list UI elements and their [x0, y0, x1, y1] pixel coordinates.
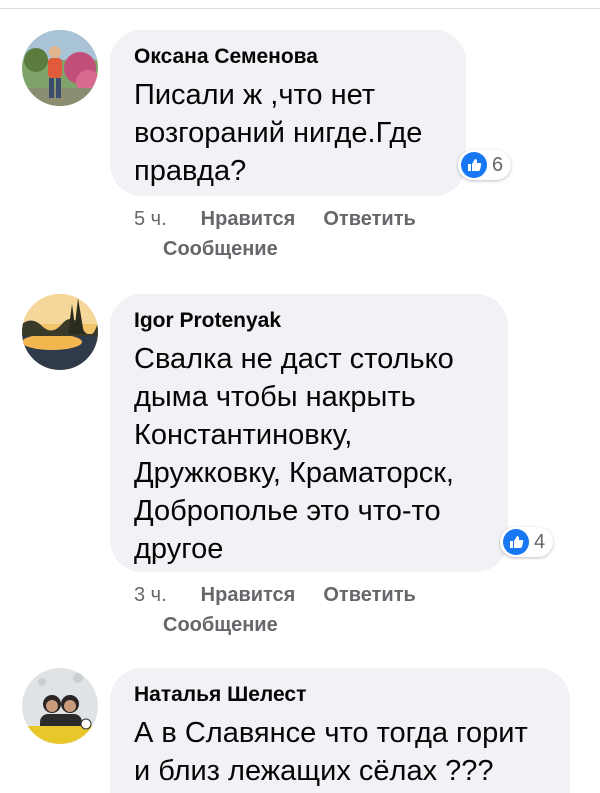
comment-timestamp[interactable]: 5 ч. — [134, 208, 167, 230]
comment-text: Свалка не даст столько дыма чтобы накрыт… — [134, 343, 454, 565]
reaction-summary[interactable]: 6 — [458, 150, 512, 180]
comment-text: Писали ж ,что нет возгораний нигде.Где п… — [134, 79, 423, 187]
comment-text: А в Славянсе что тогда горит и близ лежа… — [134, 717, 528, 787]
reaction-summary[interactable]: 4 — [500, 527, 554, 557]
message-button[interactable]: Сообщение — [134, 234, 474, 264]
message-button[interactable]: Сообщение — [134, 610, 474, 640]
comment-author[interactable]: Igor Protenyak — [134, 308, 484, 334]
thumbs-up-icon — [461, 152, 487, 178]
comments-page: Оксана Семенова Писали ж ,что нет возгор… — [0, 0, 600, 793]
comment-bubble: Оксана Семенова Писали ж ,что нет возгор… — [110, 30, 466, 196]
reply-button[interactable]: Ответить — [323, 584, 415, 606]
comment-timestamp[interactable]: 3 ч. — [134, 584, 167, 606]
thumbs-up-icon — [503, 529, 529, 555]
avatar[interactable] — [22, 294, 98, 370]
divider — [0, 8, 600, 9]
comment-bubble: Наталья Шелест А в Славянсе что тогда го… — [110, 668, 570, 793]
comment-actions: 3 ч. Нравится Ответить Сообщение — [134, 580, 474, 640]
comment-author[interactable]: Оксана Семенова — [134, 44, 442, 70]
like-button[interactable]: Нравится — [201, 208, 296, 230]
like-button[interactable]: Нравится — [201, 584, 296, 606]
comment-author[interactable]: Наталья Шелест — [134, 682, 546, 708]
reply-button[interactable]: Ответить — [323, 208, 415, 230]
comment-actions: 5 ч. Нравится Ответить Сообщение — [134, 204, 474, 264]
avatar[interactable] — [22, 30, 98, 106]
reaction-count: 6 — [492, 153, 504, 176]
avatar[interactable] — [22, 668, 98, 744]
reaction-count: 4 — [534, 530, 546, 553]
comment-bubble: Igor Protenyak Свалка не даст столько ды… — [110, 294, 508, 572]
